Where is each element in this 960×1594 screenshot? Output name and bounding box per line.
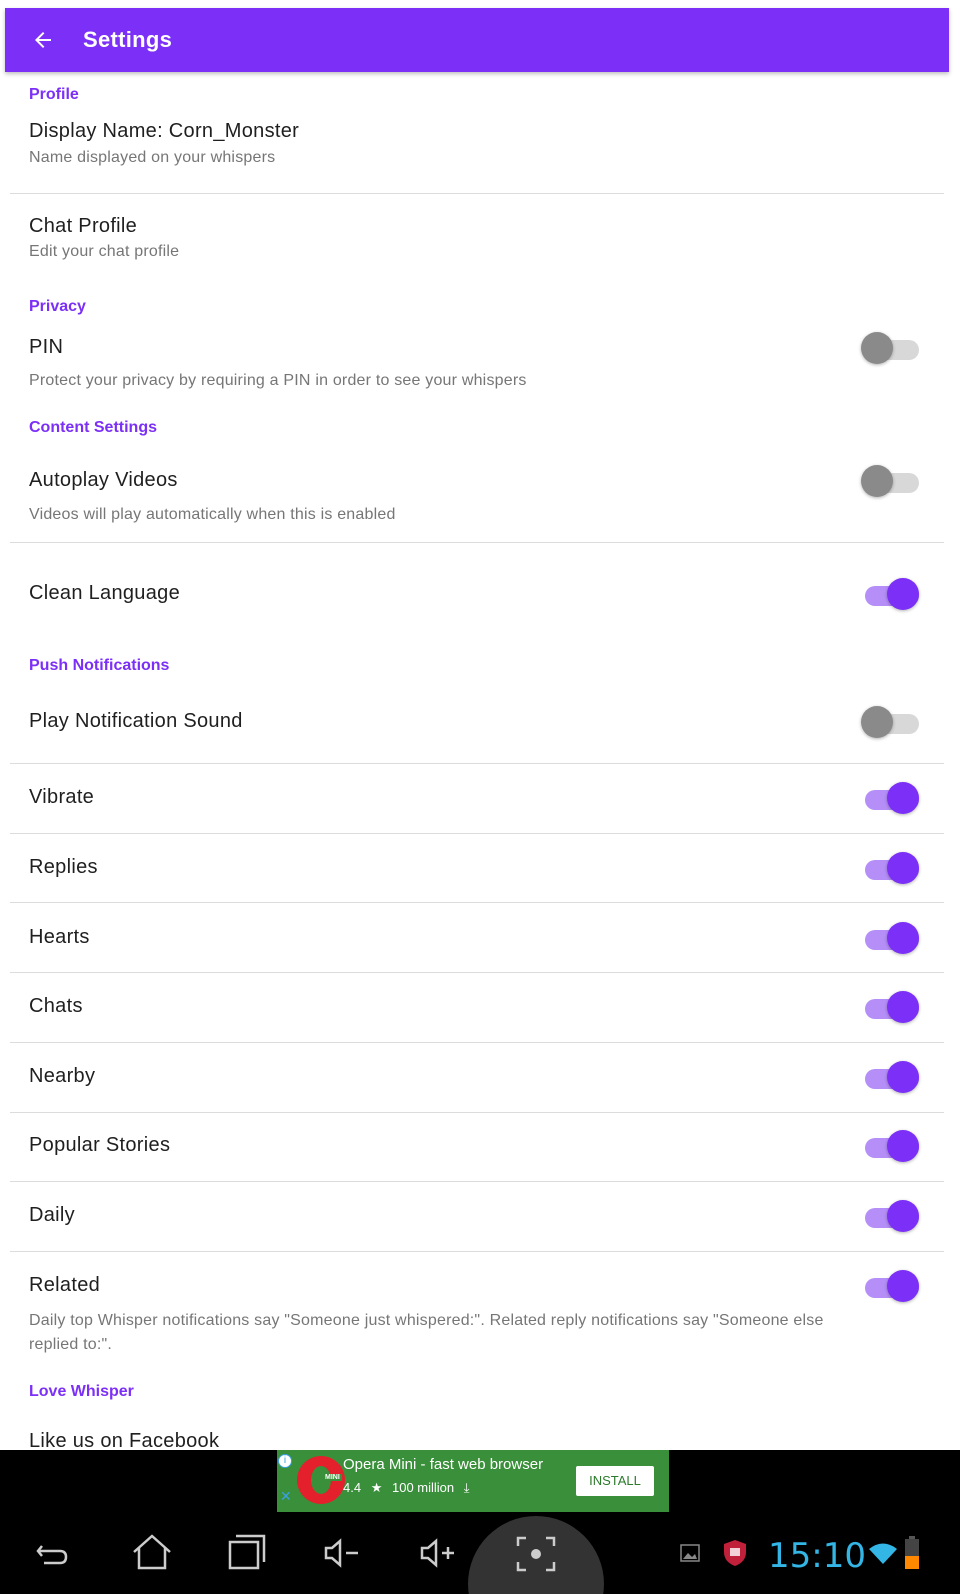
app-bar: Settings: [5, 8, 949, 72]
pin-toggle[interactable]: [861, 330, 919, 366]
page-title: Settings: [83, 27, 173, 52]
related-subtitle-line2: replied to:".: [29, 1336, 112, 1353]
nearby-title: Nearby: [29, 1065, 96, 1087]
divider: [10, 1251, 944, 1252]
popular-stories-title: Popular Stories: [29, 1134, 171, 1156]
home-nav-icon[interactable]: [130, 1532, 174, 1572]
back-nav-icon[interactable]: [34, 1538, 70, 1568]
divider: [10, 193, 944, 194]
display-name-subtitle: Name displayed on your whispers: [29, 149, 276, 166]
ad-info-icon[interactable]: i: [278, 1454, 292, 1468]
section-header-privacy: Privacy: [29, 298, 86, 315]
screenshot-icon[interactable]: [514, 1534, 558, 1574]
recent-apps-nav-icon[interactable]: [226, 1532, 268, 1572]
system-nav-bar: 15:10: [0, 1512, 960, 1594]
ad-app-name: Opera Mini - fast web browser: [343, 1456, 544, 1473]
section-header-love-whisper: Love Whisper: [29, 1383, 134, 1400]
ad-close-icon[interactable]: ✕: [280, 1488, 292, 1505]
hearts-title: Hearts: [29, 926, 90, 948]
replies-toggle[interactable]: [861, 850, 919, 886]
divider: [10, 1181, 944, 1182]
section-header-push-notifications: Push Notifications: [29, 657, 170, 674]
opera-mini-logo: MINI: [297, 1456, 345, 1504]
ad-banner[interactable]: i ✕ MINI Opera Mini - fast web browser 4…: [277, 1450, 669, 1512]
section-header-content-settings: Content Settings: [29, 419, 157, 436]
chats-toggle[interactable]: [861, 989, 919, 1025]
download-icon: ⤓: [463, 1480, 470, 1495]
arrow-left-icon[interactable]: [31, 28, 55, 52]
autoplay-videos-toggle[interactable]: [861, 463, 919, 499]
chat-profile-title: Chat Profile: [29, 215, 138, 237]
divider: [10, 542, 944, 543]
play-notification-sound-title: Play Notification Sound: [29, 710, 243, 732]
divider: [10, 972, 944, 973]
ad-install-button[interactable]: INSTALL: [576, 1466, 654, 1496]
autoplay-videos-subtitle: Videos will play automatically when this…: [29, 506, 396, 523]
ad-meta: 4.4 ★ 100 million ⤓: [343, 1480, 470, 1496]
related-subtitle-line1: Daily top Whisper notifications say "Som…: [29, 1312, 824, 1329]
star-icon: ★: [370, 1480, 383, 1495]
clean-language-title: Clean Language: [29, 582, 180, 604]
status-clock: 15:10: [768, 1536, 866, 1576]
shield-icon: [724, 1540, 746, 1566]
divider: [10, 763, 944, 764]
divider: [10, 1112, 944, 1113]
popular-stories-toggle[interactable]: [861, 1128, 919, 1164]
ad-installs: 100 million: [391, 1480, 455, 1495]
autoplay-videos-title: Autoplay Videos: [29, 469, 178, 491]
divider: [10, 833, 944, 834]
pin-subtitle: Protect your privacy by requiring a PIN …: [29, 372, 527, 389]
chats-title: Chats: [29, 995, 83, 1017]
clean-language-toggle[interactable]: [861, 576, 919, 612]
divider: [10, 1042, 944, 1043]
daily-title: Daily: [29, 1204, 75, 1226]
replies-title: Replies: [29, 856, 98, 878]
display-name-title: Display Name: Corn_Monster: [29, 120, 300, 142]
section-header-profile: Profile: [29, 86, 79, 103]
hearts-toggle[interactable]: [861, 920, 919, 956]
gallery-notification-icon: [680, 1544, 700, 1562]
divider: [10, 902, 944, 903]
chat-profile-subtitle: Edit your chat profile: [29, 243, 180, 260]
pin-title: PIN: [29, 336, 64, 358]
play-notification-sound-toggle[interactable]: [861, 704, 919, 740]
ad-rating: 4.4: [343, 1480, 362, 1495]
daily-toggle[interactable]: [861, 1198, 919, 1234]
vibrate-toggle[interactable]: [861, 780, 919, 816]
related-toggle[interactable]: [861, 1268, 919, 1304]
battery-icon: [905, 1536, 919, 1569]
nearby-toggle[interactable]: [861, 1059, 919, 1095]
volume-down-icon[interactable]: [322, 1536, 366, 1570]
wifi-icon: [869, 1543, 897, 1564]
vibrate-title: Vibrate: [29, 786, 95, 808]
related-title: Related: [29, 1274, 101, 1296]
settings-list: Profile Display Name: Corn_Monster Name …: [5, 72, 949, 1474]
volume-up-icon[interactable]: [418, 1536, 462, 1570]
